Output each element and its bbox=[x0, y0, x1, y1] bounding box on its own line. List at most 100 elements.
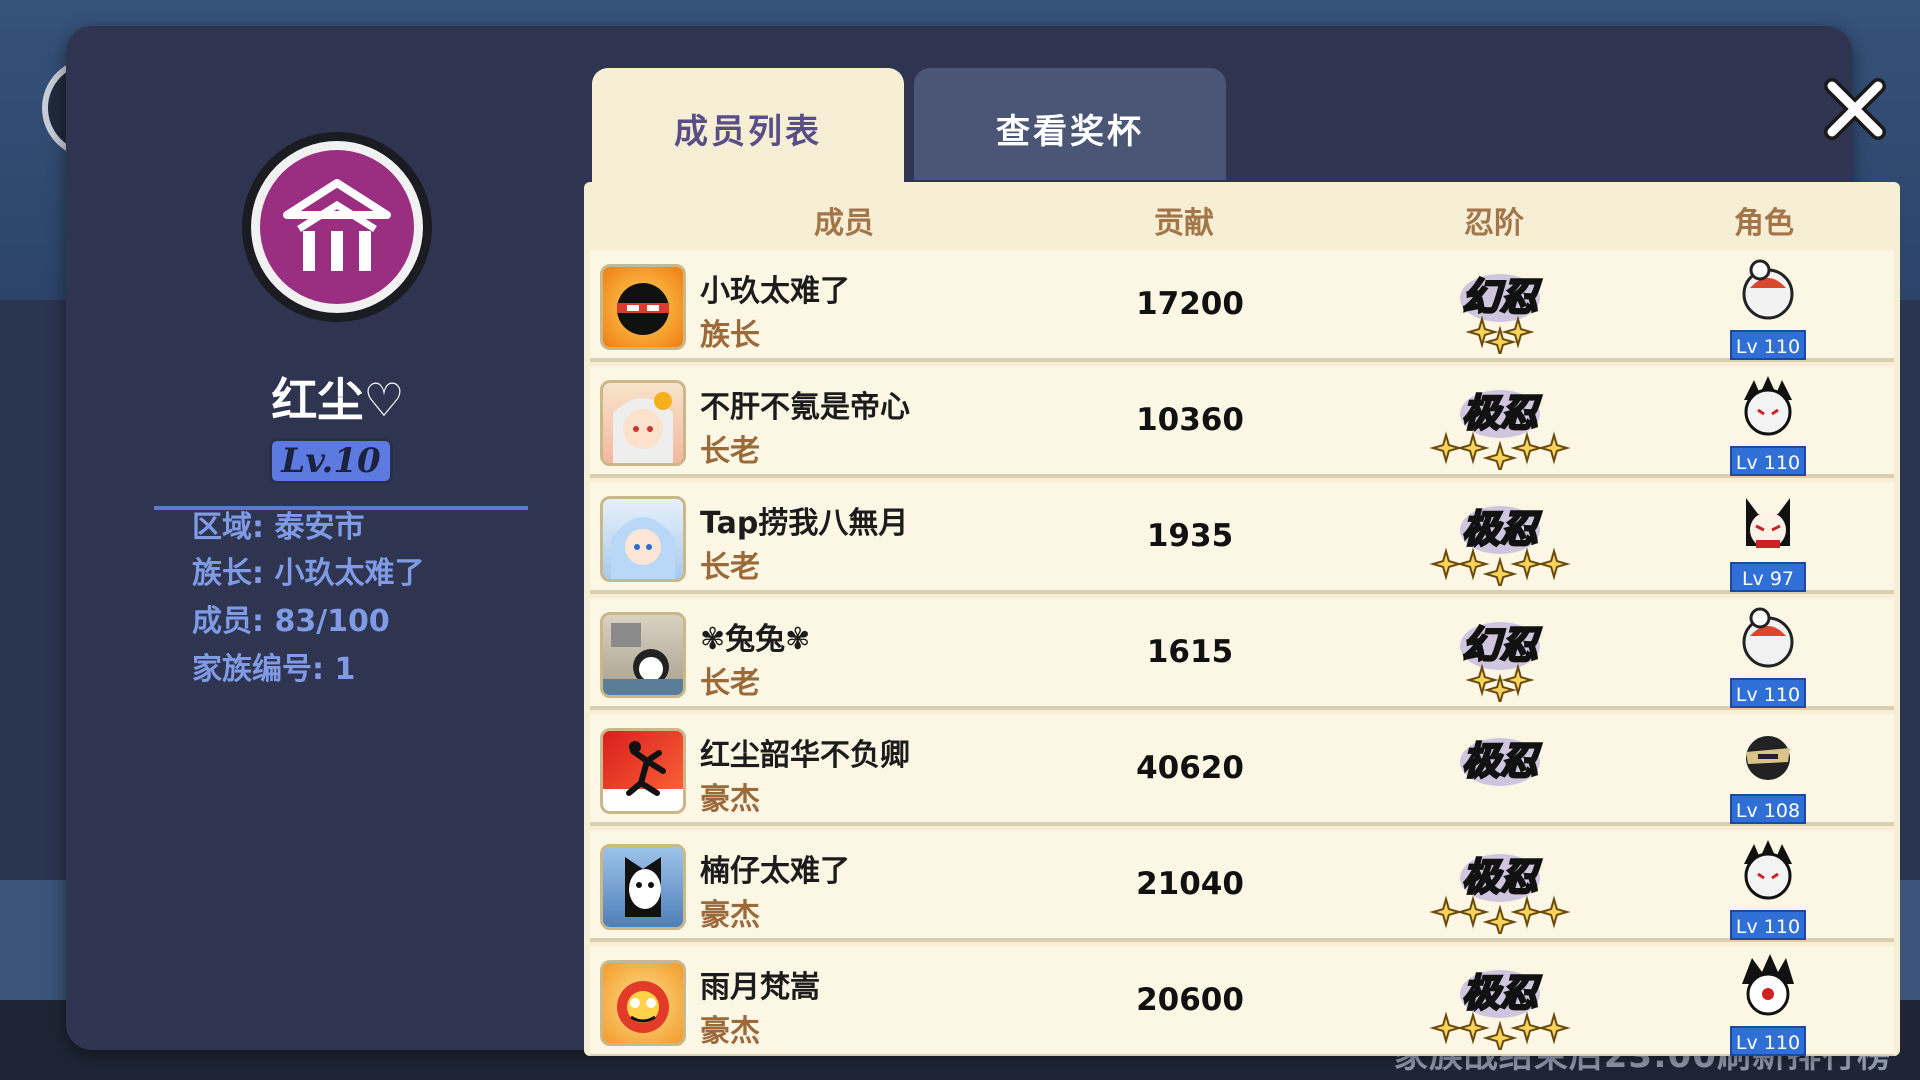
clan-dialog: 红尘♡ Lv.10 区域: 泰安市 族长: 小玖太难了 成员: 83/100 家… bbox=[66, 26, 1900, 1056]
member-role: 豪杰 bbox=[700, 898, 760, 933]
member-name: Tap捞我八無月 bbox=[700, 506, 909, 541]
header-member: 成员 bbox=[814, 206, 874, 241]
rank-label: 幻忍 bbox=[1462, 622, 1542, 667]
tab-view-trophy[interactable]: 查看奖杯 bbox=[914, 68, 1226, 180]
rank-star-icon bbox=[1429, 431, 1463, 465]
ninja-rank-badge: 极忍 bbox=[1420, 490, 1580, 592]
member-avatar bbox=[600, 612, 686, 698]
table-row[interactable]: 雨月梵嵩 豪杰 20600 极忍 Lv 110 bbox=[590, 946, 1894, 1056]
member-avatar bbox=[600, 728, 686, 814]
character-level: Lv 110 bbox=[1730, 1026, 1806, 1056]
character-portrait: Lv 110 bbox=[1730, 602, 1806, 708]
table-header: 成员 贡献 忍阶 角色 bbox=[584, 182, 1900, 250]
member-avatar bbox=[600, 960, 686, 1046]
close-button[interactable] bbox=[1818, 72, 1892, 146]
rank-star-icon bbox=[1456, 547, 1490, 581]
ninja-rank-badge: 极忍 bbox=[1420, 374, 1580, 476]
rank-label: 极忍 bbox=[1462, 506, 1542, 551]
member-name: 小玖太难了 bbox=[700, 274, 850, 309]
character-portrait: Lv 110 bbox=[1730, 834, 1806, 940]
rank-star-icon bbox=[1510, 895, 1544, 929]
member-name: 楠仔太难了 bbox=[700, 854, 850, 889]
ninja-rank-badge: 幻忍 bbox=[1420, 606, 1580, 707]
member-contribution: 17200 bbox=[1136, 286, 1244, 322]
character-portrait: Lv 108 bbox=[1730, 718, 1806, 824]
member-contribution: 10360 bbox=[1136, 402, 1244, 438]
temple-icon bbox=[283, 179, 391, 271]
rank-label: 极忍 bbox=[1462, 738, 1542, 783]
character-portrait: Lv 110 bbox=[1730, 254, 1806, 360]
rank-star-icon bbox=[1482, 556, 1518, 592]
rank-star-icon bbox=[1510, 1011, 1544, 1045]
character-level: Lv 110 bbox=[1730, 330, 1806, 360]
member-contribution: 20600 bbox=[1136, 982, 1244, 1018]
member-avatar bbox=[600, 380, 686, 466]
rank-star-icon bbox=[1456, 431, 1490, 465]
member-role: 长老 bbox=[700, 434, 760, 469]
rank-star-icon bbox=[1456, 1011, 1490, 1045]
character-portrait: Lv 110 bbox=[1730, 950, 1806, 1056]
member-contribution: 1935 bbox=[1146, 518, 1234, 554]
clan-leader: 族长: 小玖太难了 bbox=[192, 556, 425, 591]
table-row[interactable]: 不肝不氪是帝心 长老 10360 极忍 Lv 110 bbox=[590, 366, 1894, 478]
ninja-rank-badge: 幻忍 bbox=[1420, 258, 1580, 359]
rank-star-icon bbox=[1429, 1011, 1463, 1045]
rank-star-icon bbox=[1456, 895, 1490, 929]
ninja-rank-badge: 极忍 bbox=[1420, 722, 1580, 818]
member-name: 红尘韶华不负卿 bbox=[700, 738, 910, 773]
rank-star-icon bbox=[1510, 547, 1544, 581]
member-name: 雨月梵嵩 bbox=[700, 970, 820, 1005]
rank-star-icon bbox=[1482, 1020, 1518, 1056]
member-role: 豪杰 bbox=[700, 782, 760, 817]
character-level: Lv 110 bbox=[1730, 678, 1806, 708]
character-level: Lv 108 bbox=[1730, 794, 1806, 824]
character-portrait: Lv 97 bbox=[1730, 486, 1806, 592]
table-row[interactable]: 楠仔太难了 豪杰 21040 极忍 Lv 110 bbox=[590, 830, 1894, 942]
rank-label: 极忍 bbox=[1462, 970, 1542, 1015]
member-name: ✾兔兔✾ bbox=[700, 622, 811, 657]
clan-emblem bbox=[242, 132, 432, 322]
clan-region: 区域: 泰安市 bbox=[192, 510, 365, 545]
character-level: Lv 97 bbox=[1730, 562, 1806, 592]
rank-star-icon bbox=[1482, 904, 1518, 940]
clan-name: 红尘♡ bbox=[271, 373, 405, 427]
clan-level-badge: Lv.10 bbox=[269, 438, 393, 484]
clan-id: 家族编号: 1 bbox=[192, 652, 356, 687]
rank-star-icon bbox=[1537, 431, 1571, 465]
member-role: 族长 bbox=[700, 318, 760, 353]
table-row[interactable]: Tap捞我八無月 长老 1935 极忍 Lv 97 bbox=[590, 482, 1894, 594]
rank-star-icon bbox=[1537, 547, 1571, 581]
header-character: 角色 bbox=[1734, 206, 1794, 241]
member-avatar bbox=[600, 496, 686, 582]
member-avatar bbox=[600, 844, 686, 930]
member-role: 长老 bbox=[700, 550, 760, 585]
ninja-rank-badge: 极忍 bbox=[1420, 954, 1580, 1056]
table-row[interactable]: 小玖太难了 族长 17200 幻忍 Lv 110 bbox=[590, 250, 1894, 362]
rank-label: 幻忍 bbox=[1462, 274, 1542, 319]
rank-star-icon bbox=[1429, 547, 1463, 581]
rank-label: 极忍 bbox=[1462, 854, 1542, 899]
clan-member-count: 成员: 83/100 bbox=[192, 604, 390, 639]
character-level: Lv 110 bbox=[1730, 910, 1806, 940]
rank-star-icon bbox=[1537, 1011, 1571, 1045]
rank-star-icon bbox=[1482, 440, 1518, 476]
header-contribution: 贡献 bbox=[1154, 206, 1214, 241]
table-row[interactable]: ✾兔兔✾ 长老 1615 幻忍 Lv 110 bbox=[590, 598, 1894, 710]
member-role: 豪杰 bbox=[700, 1014, 760, 1049]
character-level: Lv 110 bbox=[1730, 446, 1806, 476]
header-ninja-rank: 忍阶 bbox=[1464, 206, 1524, 241]
ninja-rank-badge: 极忍 bbox=[1420, 838, 1580, 940]
close-icon bbox=[1824, 78, 1886, 140]
member-contribution: 21040 bbox=[1136, 866, 1244, 902]
rank-star-icon bbox=[1510, 431, 1544, 465]
member-role: 长老 bbox=[700, 666, 760, 701]
rank-label: 极忍 bbox=[1462, 390, 1542, 435]
table-row[interactable]: 红尘韶华不负卿 豪杰 40620 极忍 Lv 108 bbox=[590, 714, 1894, 826]
member-avatar bbox=[600, 264, 686, 350]
member-table: 成员 贡献 忍阶 角色 小玖太难了 族长 17200 幻忍 Lv 110 不肝不… bbox=[584, 182, 1900, 1056]
rank-star-icon bbox=[1537, 895, 1571, 929]
character-portrait: Lv 110 bbox=[1730, 370, 1806, 476]
member-contribution: 40620 bbox=[1136, 750, 1244, 786]
member-contribution: 1615 bbox=[1146, 634, 1234, 670]
tab-member-list[interactable]: 成员列表 bbox=[592, 68, 904, 188]
